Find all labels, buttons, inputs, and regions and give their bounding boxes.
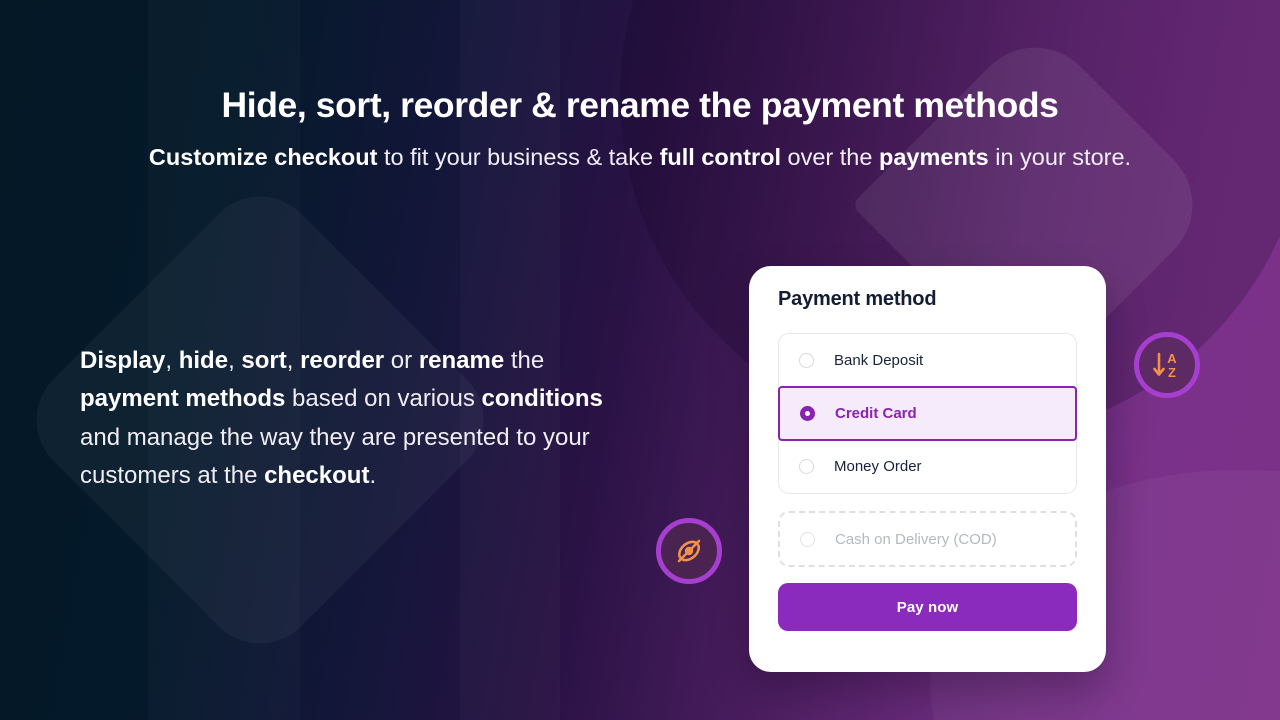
body-sep-1: , [165,347,179,374]
payment-option-label: Credit Card [835,405,917,422]
body-bold-sort: sort [241,347,287,374]
payment-option-bank-deposit[interactable]: Bank Deposit [779,334,1076,387]
subtitle-bold-control: full control [659,143,781,170]
body-bold-rename: rename [418,347,505,374]
card-title: Payment method [778,288,937,310]
body-sep-5: the [504,347,545,374]
payment-method-card: Payment method Bank Deposit Credit Card … [749,266,1106,672]
body-bold-conditions: conditions [481,385,603,413]
page-title: Hide, sort, reorder & rename the payment… [221,85,1059,125]
body-paragraph: Display, hide, sort, reorder or rename t… [80,342,640,496]
body-bold-reorder: reorder [300,347,385,374]
payment-option-label: Money Order [834,458,922,475]
body-bold-checkout: checkout [264,462,370,490]
payment-option-cash-on-delivery-hidden: Cash on Delivery (COD) [778,511,1077,567]
headline-block: Hide, sort, reorder & rename the payment… [0,85,1280,174]
eye-hide-icon [656,518,722,584]
subtitle-text-2: over the [781,143,879,170]
payment-option-label: Cash on Delivery (COD) [835,530,997,548]
radio-icon-credit-card[interactable] [800,406,815,421]
svg-text:A: A [1167,351,1177,366]
subtitle-text-3: in your store. [988,143,1132,170]
radio-icon-cash-on-delivery [800,531,815,547]
radio-icon-bank-deposit[interactable] [799,353,814,368]
body-sep-3: , [286,347,301,374]
radio-icon-money-order[interactable] [799,459,814,474]
body-sep-8: . [369,462,377,490]
sort-az-icon: A Z [1134,332,1200,398]
payment-option-label: Bank Deposit [834,352,924,369]
body-bold-payment-methods: payment methods [80,385,286,413]
subtitle-bold-payments: payments [878,143,989,170]
body-sep-4: or [384,347,419,374]
body-sep-2: , [228,347,242,374]
body-bold-display: Display [80,347,166,374]
body-sep-6: based on various [285,385,482,413]
page-subtitle: Customize checkout to fit your business … [130,142,1150,174]
body-bold-hide: hide [178,347,229,374]
svg-text:Z: Z [1168,365,1176,380]
promo-banner: Hide, sort, reorder & rename the payment… [0,0,1280,720]
payment-method-list: Bank Deposit Credit Card Money Order [778,333,1077,494]
subtitle-bold-customize: Customize checkout [148,143,378,170]
payment-option-money-order[interactable]: Money Order [779,440,1076,493]
payment-option-credit-card[interactable]: Credit Card [778,386,1077,441]
subtitle-text-1: to fit your business & take [377,143,660,170]
pay-now-button[interactable]: Pay now [778,583,1077,631]
